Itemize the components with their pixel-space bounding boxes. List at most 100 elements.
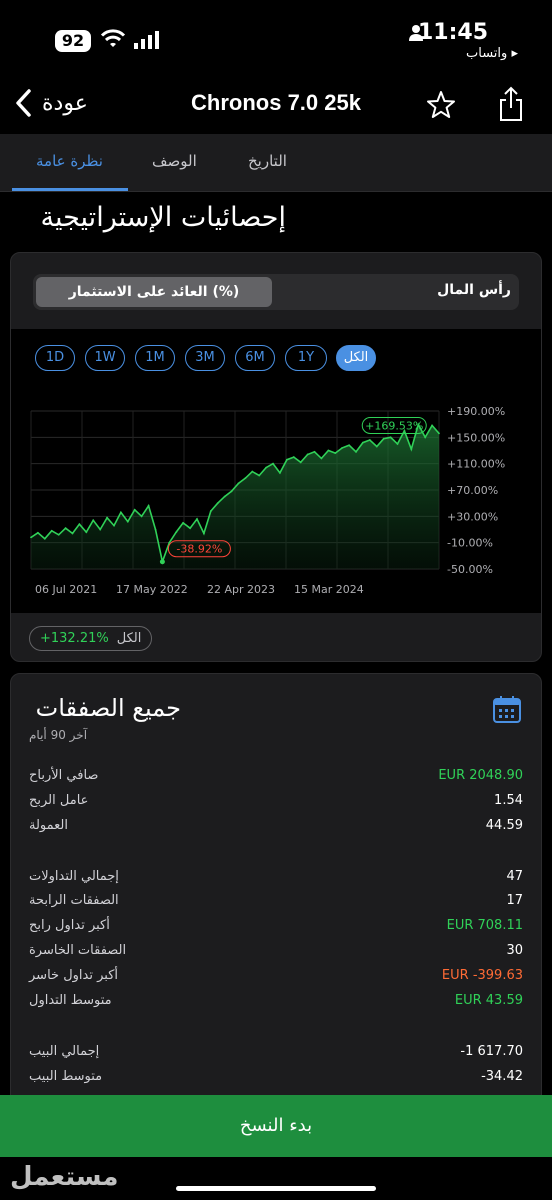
data-point [230,490,233,493]
data-point [299,461,302,464]
data-point [126,520,129,523]
metric-segmented-control: العائد على الاستثمار (%) رأس المال [33,274,519,310]
row-value: -1 617.70 [460,1044,523,1059]
home-indicator [176,1186,376,1191]
row-total-trades: إجمالي التداولات 47 [29,869,523,894]
row-value: 17 [506,893,523,908]
data-point [424,436,427,439]
star-icon[interactable] [425,89,457,121]
data-point [189,527,191,530]
row-losing-trades: الصفقات الخاسرة 30 [29,943,523,968]
data-point [196,518,198,520]
segment-roi[interactable]: العائد على الاستثمار (%) [36,277,272,307]
tab-description[interactable]: الوصف [152,152,197,170]
start-copy-button[interactable]: بدء النسخ [0,1095,552,1157]
data-point [106,516,108,519]
battery-indicator: 92 [55,30,91,52]
chart-area: 1D 1W 1M 3M 6M 1Y الكل +190.00% +150.00% +… [11,329,541,613]
data-point [368,439,371,441]
data-point [355,450,357,453]
y-tick-label: -50.00% [447,563,493,576]
data-point [265,466,268,469]
row-commission: العمولة 44.59 [29,818,523,843]
data-point [209,510,212,512]
data-point [348,444,351,447]
y-tick-label: +30.00% [447,510,498,523]
data-point [396,443,399,445]
all-trades-card: جميع الصفقات آخر 90 أيام صافي الأرباح EU… [10,673,542,1113]
back-to-app-link[interactable]: واتساب ▸ [466,46,518,61]
min-point-marker [159,559,165,565]
data-point [237,482,240,485]
data-point [57,533,60,536]
row-label: متوسط البيب [29,1069,103,1084]
y-tick-label: +70.00% [447,484,498,497]
data-point [258,474,261,477]
data-point [375,445,378,448]
total-return-badge: +132.21% الكل [29,626,153,651]
y-tick-label: -10.00% [447,537,493,550]
data-point [410,448,413,451]
row-label: العمولة [29,818,69,833]
y-tick-label: +110.00% [447,458,505,471]
data-point [78,523,81,526]
data-point [431,424,433,427]
total-return-label: الكل [116,631,142,646]
row-net-profit: صافي الأرباح EUR 2048.90 [29,768,523,793]
share-icon[interactable] [497,86,525,122]
row-value: EUR -399.63 [441,968,523,983]
row-value: 1.54 [494,793,523,808]
data-point [341,446,344,449]
data-point [71,532,74,535]
row-label: متوسط التداول [29,993,112,1008]
row-label: إجمالي التداولات [29,869,119,884]
row-average-trade: متوسط التداول EUR 43.59 [29,993,523,1018]
row-label: صافي الأرباح [29,768,99,783]
tab-overview[interactable]: نظرة عامة [36,152,103,170]
data-point [306,453,309,456]
row-value: 30 [506,943,523,958]
row-value: EUR 43.59 [454,993,523,1008]
row-label: إجمالي البيب [29,1044,100,1059]
data-point [216,502,219,505]
section-title: إحصائيات الإستراتيجية [40,202,286,233]
watermark-logo: مستعمل [10,1162,119,1192]
row-average-pips: متوسط البيب -34.42 [29,1069,523,1094]
min-value-label: -38.92% [176,543,222,556]
data-point [320,457,323,460]
row-largest-win: أكبر تداول رابح EUR 708.11 [29,918,523,943]
cellular-signal-icon [134,31,159,49]
calendar-icon[interactable] [492,694,522,724]
row-profit-factor: عامل الربح 1.54 [29,793,523,818]
row-value: -34.42 [481,1069,523,1084]
x-tick-label: 06 Jul 2021 [35,583,97,596]
data-point [119,511,122,514]
data-point [85,531,88,534]
x-tick-label: 17 May 2022 [116,583,188,596]
data-point [285,458,288,461]
x-tick-label: 22 Apr 2023 [207,583,275,596]
roi-chart[interactable]: +190.00% +150.00% +110.00% +70.00% +30.00% -1… [11,329,541,613]
back-label: عودة [42,90,88,116]
segment-capital[interactable]: رأس المال [437,282,511,298]
page-title: Chronos 7.0 25k [191,90,361,115]
data-point [251,470,254,473]
data-point [92,519,95,522]
back-button[interactable]: عودة [14,88,88,118]
row-label: الصفقات الرابحة [29,893,119,908]
data-point [438,432,440,435]
active-tab-indicator [12,188,128,191]
row-value: 47 [506,869,523,884]
row-label: عامل الربح [29,793,89,808]
data-point [313,450,316,453]
data-point [334,452,337,455]
data-point [147,504,150,507]
max-value-label: +169.53% [365,419,423,432]
navigation-bar: عودة Chronos 7.0 25k [0,70,552,134]
data-point [64,527,67,530]
data-point [37,531,39,534]
data-point [292,456,295,458]
tab-history[interactable]: التاريخ [248,152,287,170]
row-label: أكبر تداول خاسر [29,968,119,983]
tab-bar: نظرة عامة الوصف التاريخ [0,134,552,192]
